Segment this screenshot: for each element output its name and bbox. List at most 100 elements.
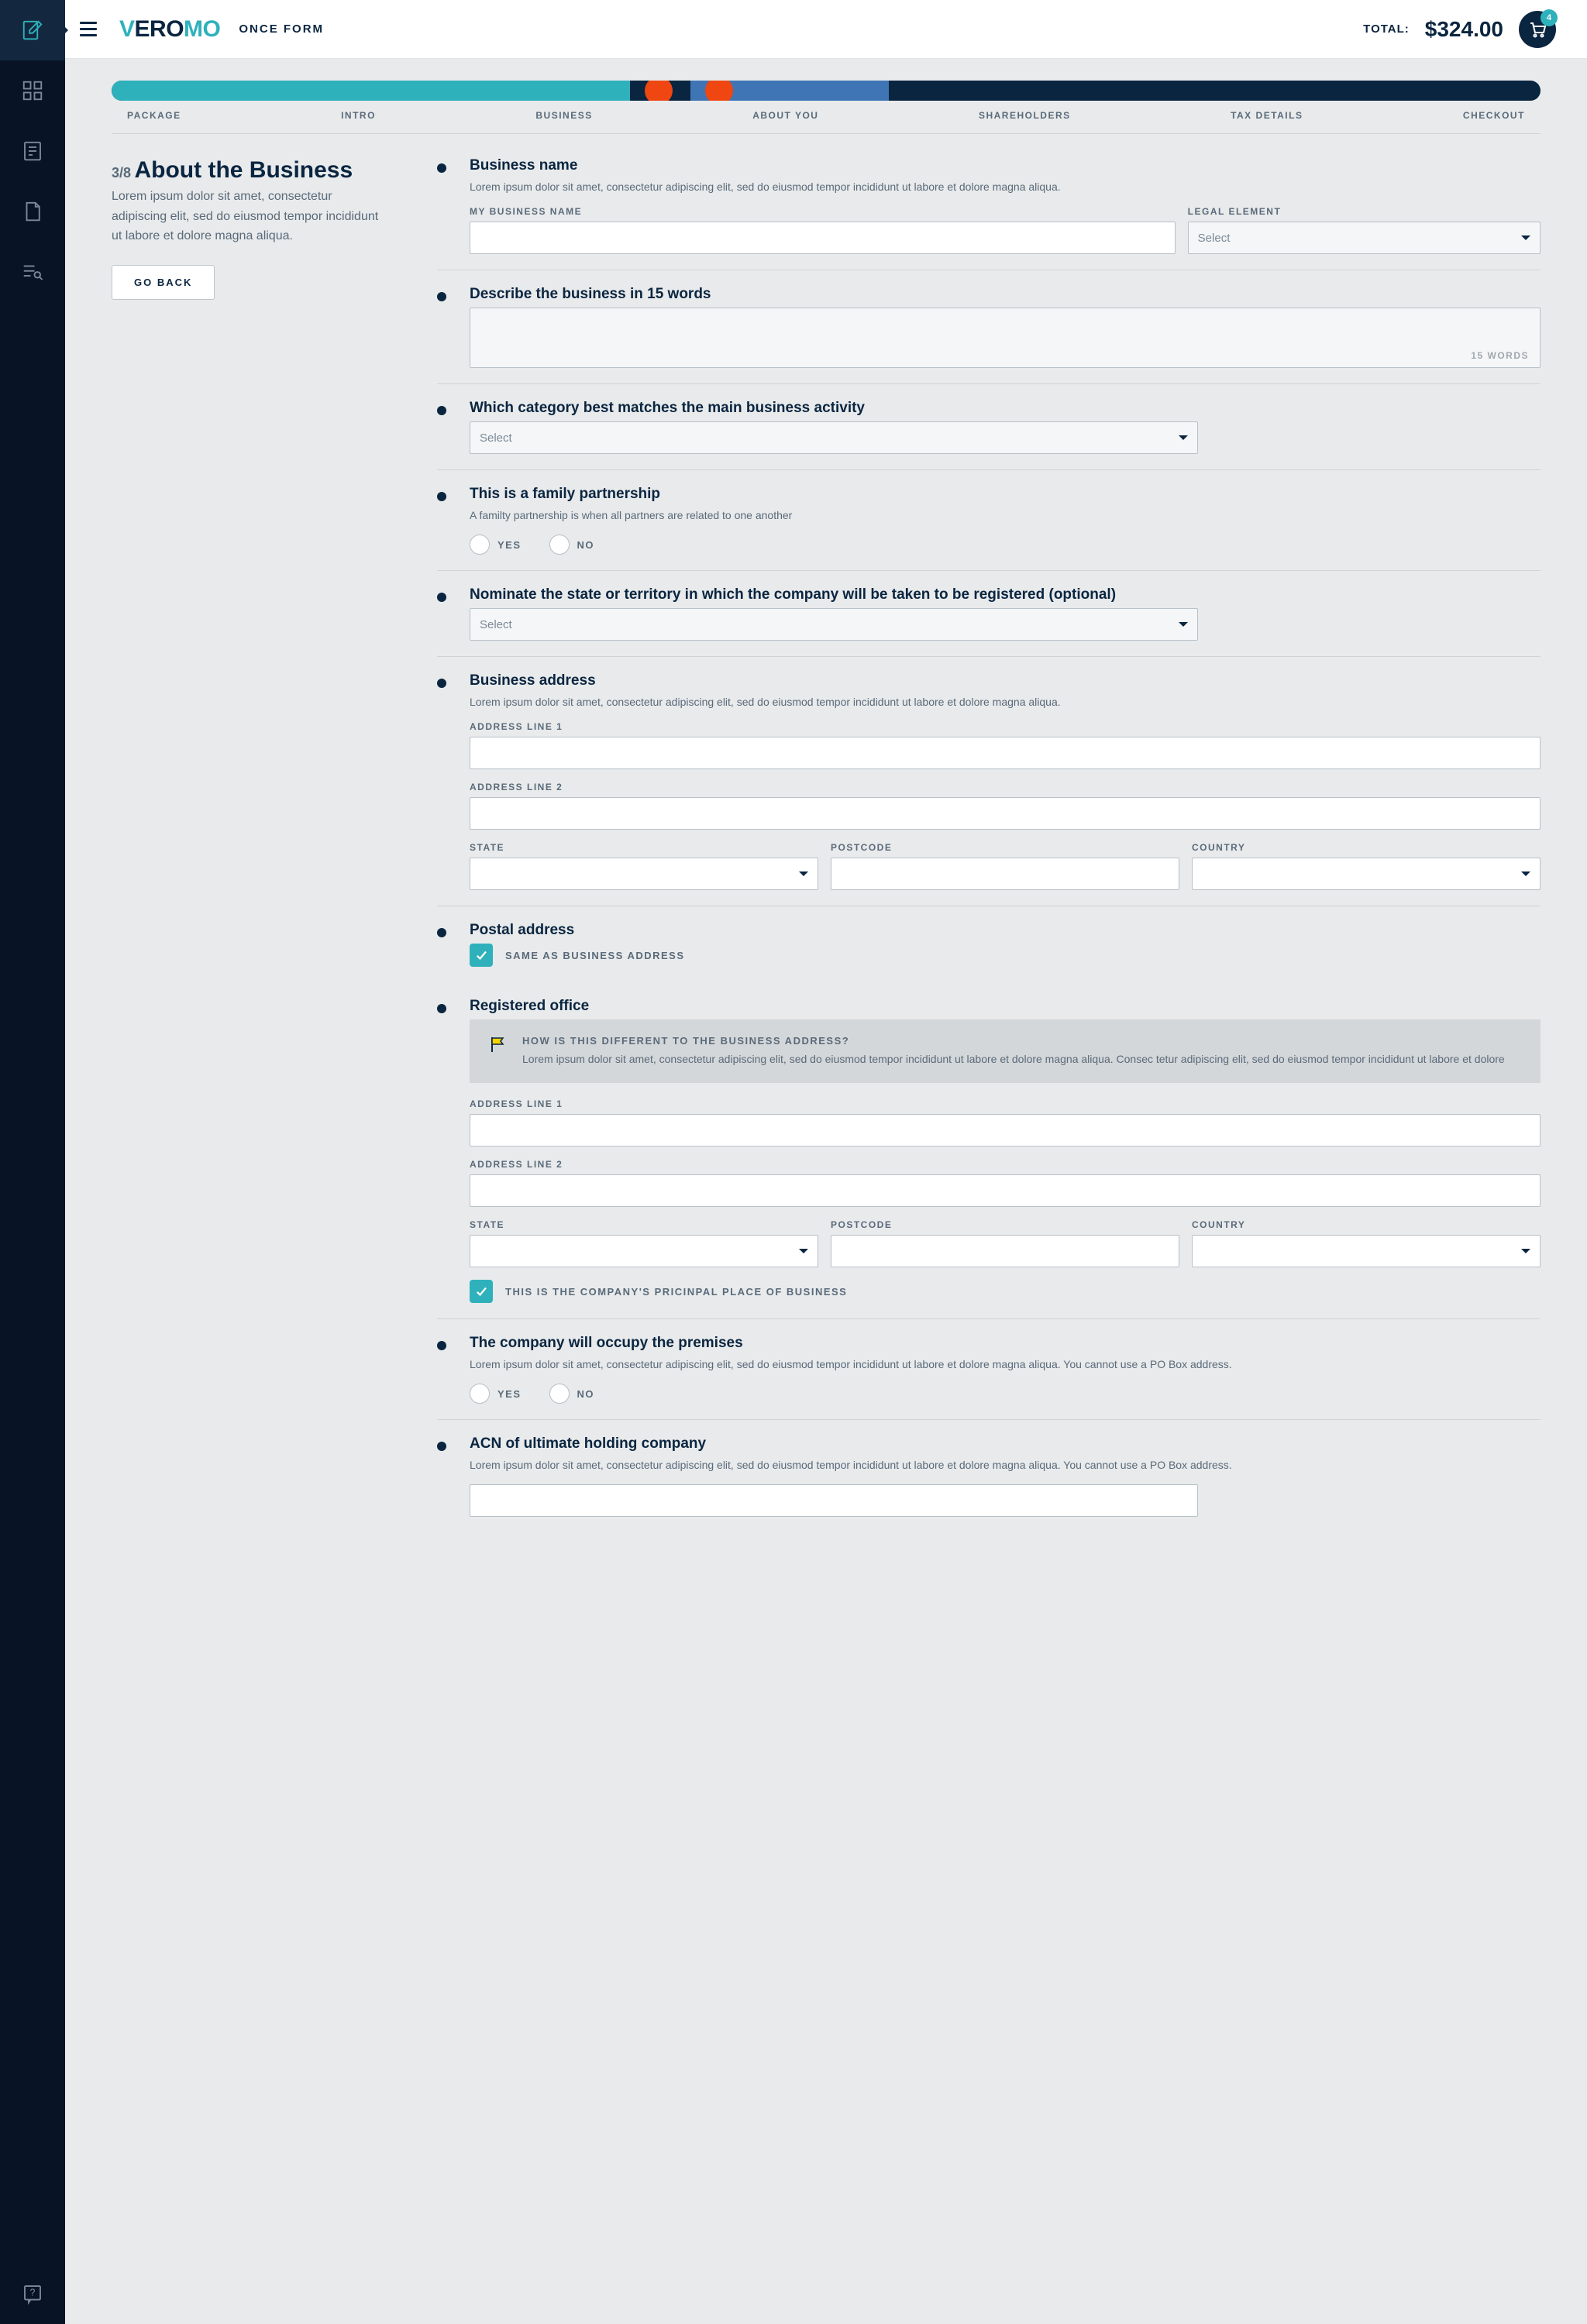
section-bullet (437, 679, 446, 688)
field-label: ADDRESS LINE 2 (470, 782, 1541, 792)
section-title-family: This is a family partnership (470, 486, 1541, 503)
section-bullet (437, 1442, 446, 1451)
section-title-describe: Describe the business in 15 words (470, 286, 1541, 303)
section-title-postal: Postal address (470, 922, 1541, 939)
section-desc: Lorem ipsum dolor sit amet, consectetur … (470, 1356, 1541, 1373)
category-select[interactable]: Select (470, 421, 1198, 454)
section-desc: Lorem ipsum dolor sit amet, consectetur … (470, 694, 1541, 710)
sidebar-item-search[interactable] (0, 242, 65, 302)
reg-addr-line2-input[interactable] (470, 1174, 1541, 1207)
section-desc: Lorem ipsum dolor sit amet, consectetur … (470, 1457, 1541, 1473)
cart-badge: 4 (1541, 9, 1558, 26)
section-title-nominate-state: Nominate the state or territory in which… (470, 586, 1541, 603)
legal-element-select[interactable]: Select (1188, 222, 1541, 254)
file-icon (21, 200, 44, 223)
family-no-radio[interactable]: NO (549, 535, 595, 555)
help-icon: ? (21, 2282, 44, 2305)
word-count: 15 WORDS (1471, 350, 1529, 361)
section-bullet (437, 492, 446, 501)
flag-icon (488, 1035, 507, 1054)
progress-bar (112, 81, 1541, 101)
chevron-down-icon (1179, 622, 1188, 631)
reg-country-select[interactable] (1192, 1235, 1541, 1267)
describe-textarea[interactable]: 15 WORDS (470, 308, 1541, 368)
info-title: HOW IS THIS DIFFERENT TO THE BUSINESS AD… (522, 1035, 1505, 1047)
same-address-checkbox[interactable] (470, 944, 493, 967)
chevron-down-icon (1521, 1249, 1530, 1258)
progress-marker (705, 81, 733, 101)
field-label: ADDRESS LINE 1 (470, 721, 1541, 732)
svg-text:?: ? (30, 2288, 36, 2298)
occupy-no-radio[interactable]: NO (549, 1384, 595, 1404)
field-label: ADDRESS LINE 2 (470, 1159, 1541, 1170)
edit-icon (21, 19, 44, 42)
menu-button[interactable] (73, 14, 104, 45)
sidebar: ? (0, 0, 65, 2324)
chevron-down-icon (1521, 871, 1530, 881)
step-checkout[interactable]: CHECKOUT (1463, 110, 1525, 121)
section-bullet (437, 292, 446, 301)
family-yes-radio[interactable]: YES (470, 535, 522, 555)
section-bullet (437, 1341, 446, 1350)
step-shareholders[interactable]: SHAREHOLDERS (979, 110, 1071, 121)
field-label: POSTCODE (831, 842, 1179, 853)
field-label: MY BUSINESS NAME (470, 206, 1176, 217)
document-list-icon (21, 139, 44, 163)
acn-input[interactable] (470, 1484, 1198, 1517)
section-bullet (437, 406, 446, 415)
field-label: STATE (470, 842, 818, 853)
total-label: TOTAL: (1363, 22, 1410, 36)
biz-postcode-input[interactable] (831, 858, 1179, 890)
chevron-down-icon (799, 1249, 808, 1258)
reg-state-select[interactable] (470, 1235, 818, 1267)
biz-country-select[interactable] (1192, 858, 1541, 890)
nominate-state-select[interactable]: Select (470, 608, 1198, 641)
info-text: Lorem ipsum dolor sit amet, consectetur … (522, 1051, 1505, 1067)
total-amount: $324.00 (1425, 17, 1503, 42)
step-intro[interactable]: INTRO (341, 110, 376, 121)
step-about-you[interactable]: ABOUT YOU (752, 110, 818, 121)
sidebar-item-form[interactable] (0, 0, 65, 60)
step-tax[interactable]: TAX DETAILS (1231, 110, 1303, 121)
sidebar-item-files[interactable] (0, 181, 65, 242)
biz-addr-line2-input[interactable] (470, 797, 1541, 830)
section-title-category: Which category best matches the main bus… (470, 400, 1541, 417)
search-list-icon (21, 260, 44, 284)
section-bullet (437, 928, 446, 937)
checkbox-label: SAME AS BUSINESS ADDRESS (505, 950, 685, 961)
cart-button[interactable]: 4 (1519, 11, 1556, 48)
progress-marker (645, 81, 673, 101)
chevron-down-icon (1179, 435, 1188, 445)
biz-addr-line1-input[interactable] (470, 737, 1541, 769)
section-title-business-name: Business name (470, 157, 1541, 174)
go-back-button[interactable]: GO BACK (112, 265, 215, 300)
section-bullet (437, 1004, 446, 1013)
step-business[interactable]: BUSINESS (535, 110, 592, 121)
section-bullet (437, 163, 446, 173)
field-label: ADDRESS LINE 1 (470, 1098, 1541, 1109)
page-title: About the Business (134, 157, 353, 183)
field-label: POSTCODE (831, 1219, 1179, 1230)
field-label: STATE (470, 1219, 818, 1230)
reg-postcode-input[interactable] (831, 1235, 1179, 1267)
chevron-down-icon (799, 871, 808, 881)
page-description: Lorem ipsum dolor sit amet, consectetur … (112, 187, 391, 246)
sidebar-item-help[interactable]: ? (0, 2264, 65, 2324)
occupy-yes-radio[interactable]: YES (470, 1384, 522, 1404)
principal-place-checkbox[interactable] (470, 1280, 493, 1303)
sidebar-item-dashboard[interactable] (0, 60, 65, 121)
step-nav: PACKAGE INTRO BUSINESS ABOUT YOU SHAREHO… (112, 110, 1541, 134)
section-title-registered: Registered office (470, 998, 1541, 1015)
section-desc: Lorem ipsum dolor sit amet, consectetur … (470, 179, 1541, 195)
field-label: COUNTRY (1192, 842, 1541, 853)
business-name-input[interactable] (470, 222, 1176, 254)
logo: VEROMO (119, 16, 220, 43)
step-package[interactable]: PACKAGE (127, 110, 181, 121)
topbar: VEROMO ONCE FORM TOTAL: $324.00 4 (65, 0, 1587, 59)
field-label: COUNTRY (1192, 1219, 1541, 1230)
reg-addr-line1-input[interactable] (470, 1114, 1541, 1147)
sidebar-item-documents[interactable] (0, 121, 65, 181)
check-icon (474, 948, 488, 962)
section-title-business-address: Business address (470, 672, 1541, 689)
biz-state-select[interactable] (470, 858, 818, 890)
